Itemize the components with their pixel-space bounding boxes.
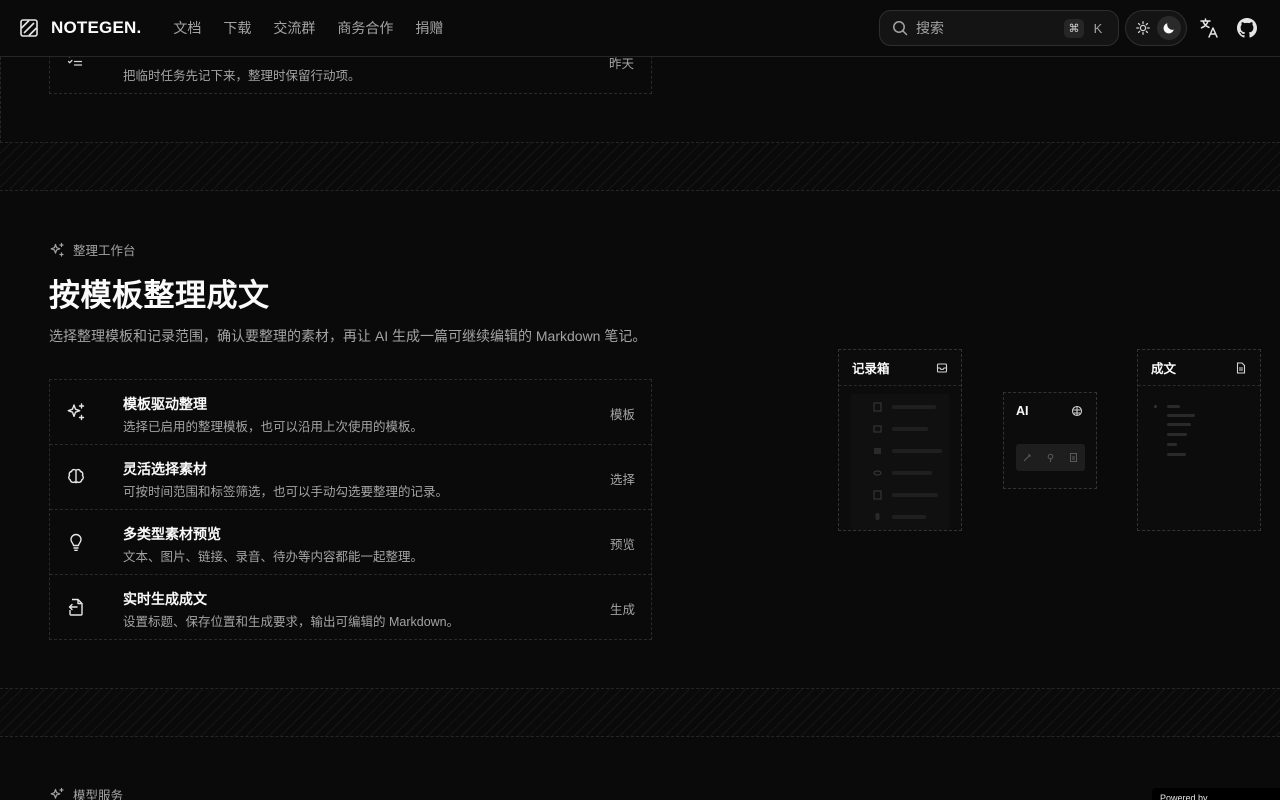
powered-by-badge[interactable]: Powered by <box>1152 788 1280 800</box>
section-eyebrow-label: 整理工作台 <box>73 244 136 258</box>
feature-tag: 模板 <box>609 408 635 422</box>
nav-link-donate[interactable]: 捐赠 <box>415 18 443 38</box>
inbox-record-file <box>851 484 949 506</box>
inbox-icon <box>936 362 948 373</box>
file-output-icon <box>68 598 83 616</box>
pin-icon <box>1047 453 1054 462</box>
section-eyebrow-label: 模型服务 <box>73 789 124 800</box>
wand-icon <box>1023 454 1031 462</box>
file-text-icon <box>873 402 882 412</box>
file-icon <box>873 490 882 500</box>
feature-title: 实时生成成文 <box>123 591 207 607</box>
nav-link-docs[interactable]: 文档 <box>173 18 201 38</box>
camera-icon <box>873 425 882 433</box>
inbox-record-mic <box>851 506 949 528</box>
output-card-title: 成文 <box>1151 362 1177 376</box>
section-eyebrow: 模型服务 <box>49 785 123 800</box>
inbox-record-image <box>851 418 949 440</box>
ai-card: AI <box>1003 392 1097 489</box>
search-placeholder: 搜索 <box>916 20 944 36</box>
sparkles-icon <box>50 242 64 257</box>
ai-card-title: AI <box>1016 404 1029 418</box>
search-button[interactable]: 搜索 ⌘ K <box>879 10 1119 46</box>
file-text-icon <box>1236 361 1246 374</box>
inbox-record-list <box>851 394 949 530</box>
github-icon[interactable] <box>1237 18 1257 38</box>
section-divider <box>0 142 1280 191</box>
main-nav: 文档 下载 交流群 商务合作 捐赠 <box>173 18 465 38</box>
document-icon <box>1070 453 1077 462</box>
nav-link-community[interactable]: 交流群 <box>273 18 315 38</box>
shortcut-modifier: ⌘ <box>1064 19 1084 38</box>
image-icon <box>874 448 881 454</box>
brain-icon <box>1071 405 1083 417</box>
feature-title: 多类型素材预览 <box>123 526 221 542</box>
dark-theme-button[interactable] <box>1157 16 1181 40</box>
section-description: 选择整理模板和记录范围，确认要整理的素材，再让 AI 生成一篇可继续编辑的 Ma… <box>49 328 647 344</box>
output-card: 成文 <box>1137 349 1261 531</box>
feature-title: 模板驱动整理 <box>123 396 207 412</box>
shortcut-key: K <box>1093 21 1103 36</box>
feature-tag: 生成 <box>609 603 635 617</box>
feature-item-preview[interactable]: 多类型素材预览 文本、图片、链接、录音、待办等内容都能一起整理。 预览 <box>50 510 651 575</box>
feature-item-select[interactable]: 灵活选择素材 可按时间范围和标签筛选，也可以手动勾选要整理的记录。 选择 <box>50 445 651 510</box>
inbox-card: 记录箱 <box>838 349 962 531</box>
search-icon <box>893 21 908 36</box>
section-eyebrow: 整理工作台 <box>49 240 136 259</box>
brand-logo[interactable]: NOTEGEN. <box>20 18 141 38</box>
feature-desc: 文本、图片、链接、录音、待办等内容都能一起整理。 <box>123 550 424 564</box>
feature-desc: 可按时间范围和标签筛选，也可以手动勾选要整理的记录。 <box>123 485 449 499</box>
section-divider <box>0 688 1280 737</box>
section-title: 按模板整理成文 <box>49 278 270 313</box>
feature-item-generate[interactable]: 实时生成成文 设置标题、保存位置和生成要求，输出可编辑的 Markdown。 生… <box>50 575 651 640</box>
feature-desc: 设置标题、保存位置和生成要求，输出可编辑的 Markdown。 <box>123 615 460 629</box>
sparkles-icon <box>67 403 85 421</box>
nav-link-business[interactable]: 商务合作 <box>337 18 393 38</box>
feature-item-template[interactable]: 模板驱动整理 选择已启用的整理模板，也可以沿用上次使用的模板。 模板 <box>50 380 651 445</box>
top-navbar: NOTEGEN. 文档 下载 交流群 商务合作 捐赠 搜索 ⌘ K <box>0 0 1280 57</box>
search-shortcut: ⌘ K <box>1064 19 1108 38</box>
logo-icon <box>20 19 38 37</box>
output-card-header: 成文 <box>1138 350 1260 386</box>
brand-name: NOTEGEN. <box>51 18 142 37</box>
inbox-card-title: 记录箱 <box>852 362 890 376</box>
feature-tag: 选择 <box>609 473 635 487</box>
light-theme-button[interactable] <box>1131 16 1155 40</box>
moon-icon <box>1163 23 1174 34</box>
ai-card-header: AI <box>1004 393 1096 429</box>
nav-link-download[interactable]: 下载 <box>223 18 251 38</box>
inbox-card-header: 记录箱 <box>839 350 961 386</box>
frame-line <box>0 57 1 143</box>
mic-icon <box>875 513 880 520</box>
brain-icon <box>68 468 84 484</box>
inbox-record-text <box>851 396 949 418</box>
sun-icon <box>1136 21 1150 35</box>
feature-desc: 选择已启用的整理模板，也可以沿用上次使用的模板。 <box>123 420 424 434</box>
link-icon <box>873 470 882 476</box>
ai-action-bar <box>1016 444 1085 471</box>
translate-icon[interactable] <box>1199 17 1219 39</box>
feature-tag: 预览 <box>609 538 635 552</box>
list-item-desc: 把临时任务先记下来，整理时保留行动项。 <box>123 69 361 83</box>
lightbulb-icon <box>70 533 82 551</box>
feature-list: 模板驱动整理 选择已启用的整理模板，也可以沿用上次使用的模板。 模板 灵活选择素… <box>49 379 652 640</box>
inbox-record-link <box>851 440 949 462</box>
inbox-record-audio <box>851 462 949 484</box>
theme-toggle[interactable] <box>1125 10 1187 46</box>
sparkles-icon <box>50 787 64 799</box>
feature-title: 灵活选择素材 <box>123 461 207 477</box>
